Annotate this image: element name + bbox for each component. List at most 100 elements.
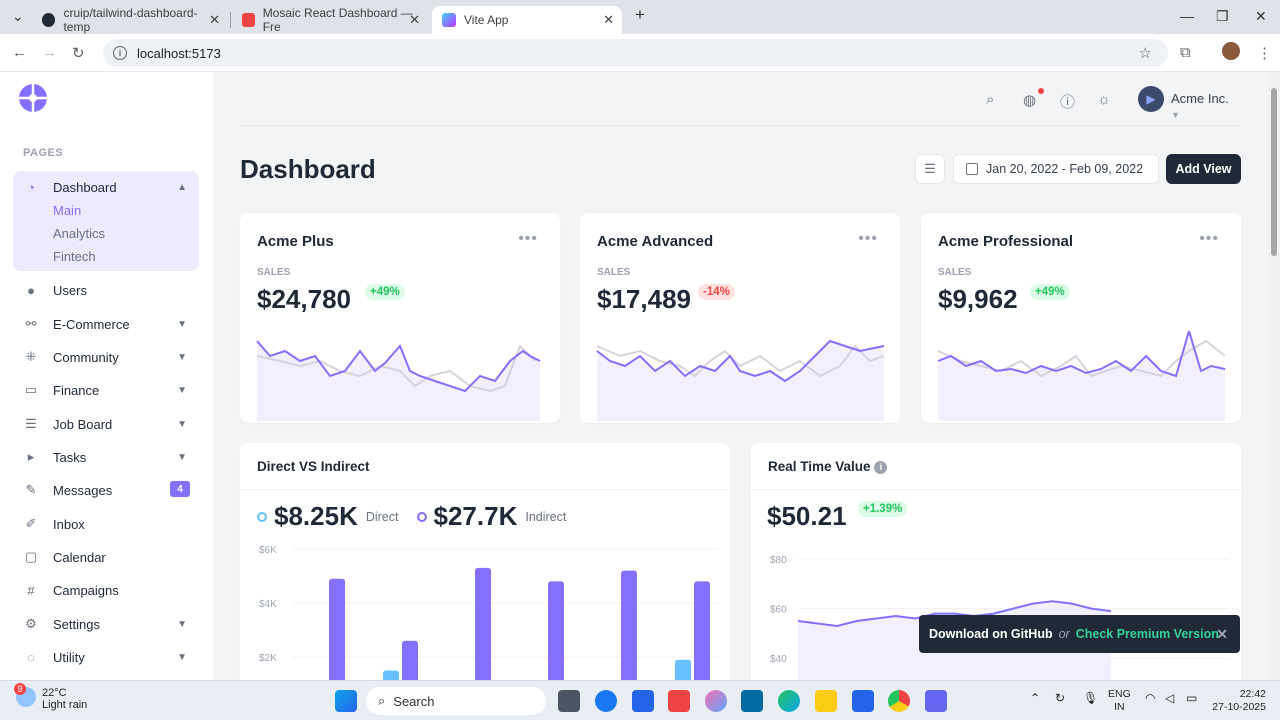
tab-list-chevron-icon[interactable]: ⌄ [12, 8, 24, 25]
sidebar-sub-main[interactable]: Main [53, 203, 81, 218]
card-title: Acme Professional [938, 233, 1074, 250]
volume-icon[interactable]: ◁ [1165, 692, 1174, 705]
sidebar-item-inbox[interactable]: ✐ Inbox [23, 513, 193, 535]
info-icon[interactable]: ⓘ [1060, 91, 1075, 112]
app-icon[interactable] [925, 690, 947, 712]
clock[interactable]: 22:42 27-10-2025 [1210, 688, 1266, 714]
close-icon[interactable]: ✕ [603, 12, 614, 28]
premium-version-link[interactable]: Check Premium Version [1076, 627, 1219, 641]
close-icon[interactable]: ✕ [1216, 626, 1228, 643]
sidebar-item-job-board[interactable]: ☰ Job Board ▼ [23, 413, 193, 435]
sidebar-sub-fintech[interactable]: Fintech [53, 249, 96, 264]
address-bar[interactable]: i localhost:5173 ☆ [103, 39, 1168, 67]
back-icon[interactable]: ← [12, 44, 27, 61]
sidebar-item-messages[interactable]: ✎ Messages 4 [23, 479, 193, 501]
window-close-icon[interactable]: ✕ [1255, 8, 1267, 25]
search-icon[interactable]: ⌕ [986, 91, 994, 108]
sidebar-item-utility[interactable]: ◌ Utility ▼ [23, 646, 193, 668]
weather-widget[interactable]: 9 22°C Light rain [14, 683, 87, 711]
extensions-icon[interactable]: ⧉ [1180, 44, 1191, 61]
org-menu[interactable]: Acme Inc. ▼ [1171, 91, 1240, 121]
chevron-down-icon: ▼ [177, 651, 187, 663]
chevron-down-icon: ▼ [177, 351, 187, 363]
avatar[interactable]: ▶ [1138, 86, 1164, 112]
mosaic-logo-icon[interactable] [19, 84, 47, 112]
task-view-icon[interactable] [558, 690, 580, 712]
tab-github[interactable]: cruip/tailwind-dashboard-temp ✕ [32, 6, 228, 34]
tray-chevron-up-icon[interactable]: ⌃ [1030, 692, 1040, 705]
profile-avatar[interactable] [1222, 42, 1240, 60]
edge-icon[interactable] [778, 690, 800, 712]
tab-mosaic[interactable]: Mosaic React Dashboard — Fre ✕ [232, 6, 428, 34]
minimize-icon[interactable]: — [1180, 8, 1194, 24]
utility-icon: ◌ [27, 649, 35, 665]
sidebar-item-tasks[interactable]: ▸ Tasks ▼ [23, 446, 193, 468]
close-icon[interactable]: ✕ [209, 12, 220, 28]
microphone-icon[interactable]: 🎙 [1083, 692, 1098, 705]
weather-icon: 9 [14, 683, 36, 707]
site-info-icon[interactable]: i [113, 46, 127, 60]
copilot-icon[interactable] [705, 690, 727, 712]
direct-legend-dot [257, 511, 267, 522]
card-acme-plus: Acme Plus ••• SALES $24,780 +49% [240, 213, 560, 423]
sidebar-item-users[interactable]: ● Users [23, 279, 193, 301]
sidebar-item-calendar[interactable]: ▢ Calendar [23, 546, 193, 568]
maximize-icon[interactable]: ❐ [1216, 8, 1229, 25]
language-indicator[interactable]: ENG IN [1108, 688, 1131, 714]
github-toast: Download on GitHub or Check Premium Vers… [919, 615, 1240, 653]
date-range-picker[interactable]: Jan 20, 2022 - Feb 09, 2022 [953, 154, 1159, 184]
sync-icon[interactable]: ↻ [1055, 692, 1065, 705]
more-options-icon[interactable]: ••• [858, 230, 878, 248]
lang-line-1: ENG [1108, 688, 1131, 700]
download-github-link[interactable]: Download on GitHub [929, 627, 1053, 641]
file-explorer-icon[interactable] [815, 690, 837, 712]
sidebar-item-label: Job Board [53, 416, 113, 432]
scrollbar-thumb[interactable] [1271, 88, 1277, 256]
notifications-icon[interactable]: ◍ [1023, 91, 1036, 109]
sidebar-item-community[interactable]: ⁜ Community ▼ [23, 346, 193, 368]
theme-toggle-icon[interactable]: ☼ [1097, 91, 1111, 108]
sidebar-sub-analytics[interactable]: Analytics [53, 226, 105, 241]
sidebar-item-finance[interactable]: ▭ Finance ▼ [23, 379, 193, 401]
sidebar-item-dashboard[interactable]: ◔ Dashboard ▲ [23, 176, 193, 198]
bookmark-star-icon[interactable]: ☆ [1139, 44, 1152, 62]
more-options-icon[interactable]: ••• [1199, 230, 1219, 248]
bar-indirect [694, 581, 710, 680]
more-options-icon[interactable]: ••• [518, 230, 538, 248]
windows-start-icon[interactable] [335, 690, 357, 712]
sidebar-item-label: E-Commerce [53, 316, 130, 332]
outlook-icon[interactable] [741, 690, 763, 712]
filter-button[interactable]: ☰ [915, 154, 945, 184]
bar-indirect [621, 570, 637, 680]
card-label: SALES [257, 267, 291, 278]
browser-menu-icon[interactable]: ⋮ [1257, 44, 1272, 62]
taskbar-search[interactable]: ⌕ Search [366, 687, 546, 715]
sidebar-item-settings[interactable]: ⚙ Settings ▼ [23, 613, 193, 635]
direct-label: Direct [365, 509, 399, 524]
close-icon[interactable]: ✕ [409, 12, 420, 28]
new-tab-icon[interactable]: + [635, 5, 645, 25]
wifi-icon[interactable]: ◠ [1145, 692, 1155, 705]
sidebar-item-campaigns[interactable]: # Campaigns [23, 579, 193, 601]
tab-vite[interactable]: Vite App ✕ [432, 6, 622, 34]
bar-direct [675, 659, 691, 680]
facebook-icon[interactable] [595, 690, 617, 712]
chrome-icon[interactable] [888, 690, 910, 712]
time: 22:42 [1239, 688, 1266, 700]
info-icon[interactable]: i [874, 460, 888, 474]
y-tick-label: $6K [259, 545, 277, 556]
sidebar-item-ecommerce[interactable]: ⚯ E-Commerce ▼ [23, 313, 193, 335]
sparkline-chart [937, 331, 1226, 421]
forward-icon[interactable]: → [42, 44, 57, 61]
vscode-icon[interactable] [852, 690, 874, 712]
battery-icon[interactable]: ▭ [1186, 692, 1197, 705]
tab-label: cruip/tailwind-dashboard-temp [63, 6, 198, 34]
realtime-value: $50.21 [767, 501, 847, 531]
youtube-icon[interactable] [668, 690, 690, 712]
add-view-button[interactable]: Add View [1166, 154, 1241, 184]
page-scrollbar[interactable] [1268, 72, 1280, 680]
change-badge: -14% [698, 284, 735, 300]
reload-icon[interactable]: ↻ [72, 44, 85, 62]
github-icon [42, 13, 56, 27]
store-icon[interactable] [632, 690, 654, 712]
